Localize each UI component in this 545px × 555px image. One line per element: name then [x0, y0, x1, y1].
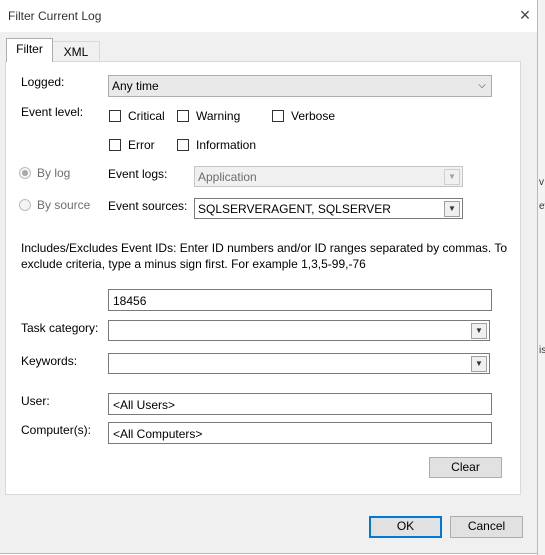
clear-button[interactable]: Clear	[429, 457, 502, 478]
task-category-label: Task category:	[21, 321, 99, 335]
warning-checkbox[interactable]	[177, 110, 189, 122]
dropdown-arrow-icon: ▼	[471, 323, 487, 339]
title-bar: Filter Current Log ×	[0, 0, 537, 32]
event-logs-label: Event logs:	[108, 167, 168, 181]
logged-dropdown[interactable]: Any time ⌵	[108, 75, 492, 97]
event-ids-description: Includes/Excludes Event IDs: Enter ID nu…	[21, 241, 508, 271]
computers-value: <All Computers>	[113, 427, 203, 441]
background-window-edge	[537, 0, 545, 555]
background-window-text-fragment: v	[539, 177, 544, 188]
background-window-text-fragment: is	[539, 345, 545, 356]
logged-value: Any time	[112, 79, 159, 93]
verbose-label: Verbose	[291, 109, 336, 123]
error-label: Error	[128, 138, 155, 152]
event-level-label: Event level:	[21, 105, 84, 119]
event-logs-value: Application	[198, 170, 257, 184]
critical-checkbox[interactable]	[109, 110, 121, 122]
event-ids-value: 18456	[113, 294, 147, 308]
close-icon[interactable]: ×	[514, 4, 536, 26]
event-sources-value: SQLSERVERAGENT, SQLSERVER	[198, 202, 391, 216]
critical-label: Critical	[128, 109, 165, 123]
information-checkbox[interactable]	[177, 139, 189, 151]
tab-filter[interactable]: Filter	[6, 38, 53, 62]
event-ids-input[interactable]: 18456	[108, 289, 492, 311]
dialog-title: Filter Current Log	[8, 9, 102, 23]
by-log-label: By log	[37, 166, 71, 180]
event-sources-label: Event sources:	[108, 199, 188, 213]
warning-label: Warning	[196, 109, 241, 123]
user-input[interactable]: <All Users>	[108, 393, 492, 415]
verbose-checkbox[interactable]	[272, 110, 284, 122]
event-logs-dropdown[interactable]: Application ▼	[194, 166, 463, 187]
logged-label: Logged:	[21, 75, 65, 89]
by-source-radio[interactable]	[19, 199, 31, 211]
chevron-down-icon: ⌵	[478, 80, 486, 91]
task-category-dropdown[interactable]: ▼	[108, 320, 490, 341]
filter-dialog: Filter Current Log × Filter XML Logged: …	[0, 0, 538, 554]
by-source-label: By source	[37, 198, 91, 212]
tab-xml[interactable]: XML	[52, 41, 100, 62]
background-window-text-fragment: ev	[539, 201, 545, 212]
user-label: User:	[21, 394, 50, 408]
keywords-label: Keywords:	[21, 354, 78, 368]
event-sources-dropdown[interactable]: SQLSERVERAGENT, SQLSERVER ▼	[194, 198, 463, 219]
ok-button[interactable]: OK	[369, 516, 442, 538]
computers-input[interactable]: <All Computers>	[108, 422, 492, 444]
dropdown-arrow-icon: ▼	[444, 201, 460, 217]
computers-label: Computer(s):	[21, 423, 92, 437]
dropdown-arrow-icon: ▼	[444, 169, 460, 185]
user-value: <All Users>	[113, 398, 176, 412]
dropdown-arrow-icon: ▼	[471, 356, 487, 372]
cancel-button[interactable]: Cancel	[450, 516, 523, 538]
keywords-dropdown[interactable]: ▼	[108, 353, 490, 374]
error-checkbox[interactable]	[109, 139, 121, 151]
information-label: Information	[196, 138, 257, 152]
by-log-radio[interactable]	[19, 167, 31, 179]
